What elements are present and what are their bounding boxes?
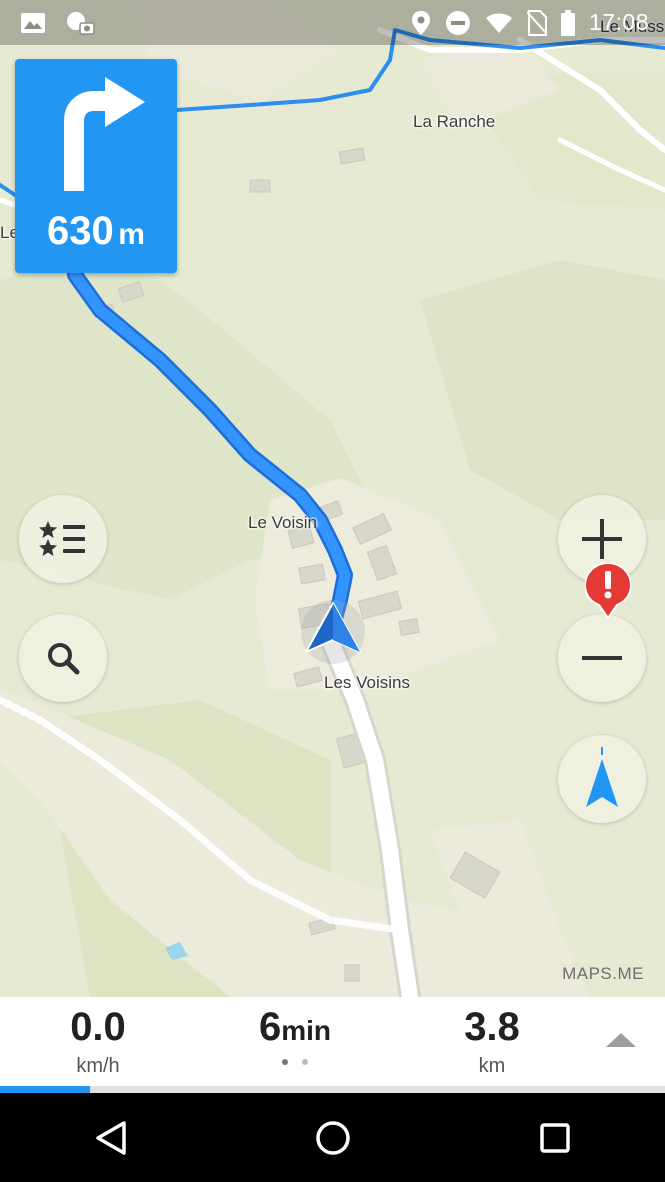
battery-icon bbox=[560, 9, 575, 36]
exclamation-icon bbox=[583, 561, 633, 620]
speed-unit: km/h bbox=[76, 1055, 120, 1077]
zoom-out-button[interactable] bbox=[558, 614, 646, 702]
clock: 17:08 bbox=[588, 9, 649, 35]
time-value: 6 bbox=[258, 1005, 282, 1049]
page-dot-active bbox=[282, 1059, 288, 1065]
search-icon bbox=[48, 643, 80, 675]
location-pin-icon bbox=[411, 10, 430, 35]
chevron-up-icon[interactable] bbox=[606, 1033, 636, 1049]
maps-me-attribution: MAPS.ME bbox=[562, 964, 644, 983]
navigation-arrow-icon bbox=[586, 747, 618, 807]
navigation-panel[interactable]: 0.0 km/h 6min 3.8 km bbox=[0, 997, 665, 1093]
traffic-alert-marker[interactable] bbox=[583, 561, 633, 620]
distance-stat: 3.8 km bbox=[442, 1003, 542, 1078]
back-triangle-icon[interactable] bbox=[94, 1120, 128, 1156]
turn-distance-value: 630 bbox=[47, 209, 114, 253]
speed-value: 0.0 bbox=[70, 1005, 126, 1049]
page-dot bbox=[302, 1059, 308, 1065]
status-bar: 17:08 bbox=[0, 0, 665, 45]
map-label-le-voisin: Le Voisin bbox=[248, 513, 317, 532]
system-navigation-bar bbox=[0, 1093, 665, 1182]
wifi-icon bbox=[485, 13, 512, 33]
map-label-la-ranche: La Ranche bbox=[413, 112, 496, 131]
do-not-disturb-icon bbox=[445, 10, 470, 35]
turn-instruction-card[interactable]: 630 m bbox=[15, 59, 177, 273]
time-unit: min bbox=[281, 1015, 332, 1046]
plus-icon bbox=[582, 519, 622, 559]
map-label-les-voisins: Les Voisins bbox=[324, 673, 410, 692]
distance-value: 3.8 bbox=[464, 1005, 520, 1049]
recents-square-icon[interactable] bbox=[539, 1122, 571, 1154]
bookmarks-button[interactable] bbox=[19, 495, 107, 583]
my-position-button[interactable] bbox=[558, 735, 646, 823]
position-arrow-icon bbox=[301, 600, 365, 664]
home-circle-icon[interactable] bbox=[315, 1120, 351, 1156]
route-progress-bar bbox=[0, 1086, 665, 1093]
image-icon bbox=[21, 12, 45, 33]
minus-icon bbox=[582, 656, 622, 660]
distance-unit: km bbox=[478, 1055, 506, 1077]
time-stat: 6min bbox=[230, 1003, 360, 1065]
turn-distance-unit: m bbox=[118, 218, 145, 251]
search-button[interactable] bbox=[19, 614, 107, 702]
no-sim-icon bbox=[526, 9, 547, 36]
turn-right-icon bbox=[64, 77, 145, 191]
speed-stat: 0.0 km/h bbox=[48, 1003, 148, 1078]
weather-icon bbox=[67, 11, 95, 35]
star-list-icon bbox=[39, 521, 85, 556]
page-dots bbox=[230, 1059, 360, 1065]
turn-distance: 630 m bbox=[15, 209, 177, 254]
route-progress-fill bbox=[0, 1086, 90, 1093]
